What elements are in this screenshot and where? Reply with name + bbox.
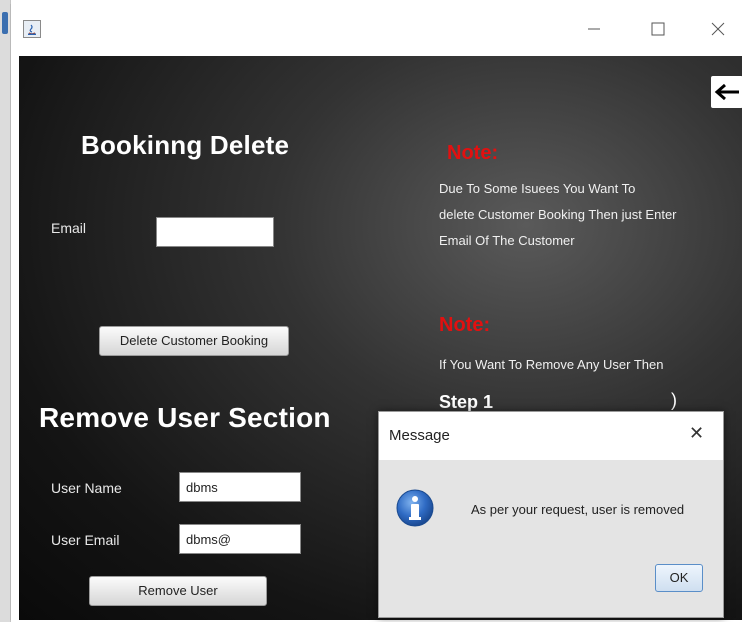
maximize-icon[interactable] bbox=[645, 18, 671, 40]
note1-line: Due To Some Isuees You Want To bbox=[439, 181, 636, 196]
dialog-close-icon[interactable]: ✕ bbox=[689, 423, 704, 444]
delete-customer-booking-button[interactable]: Delete Customer Booking bbox=[99, 326, 289, 356]
useremail-label: User Email bbox=[51, 532, 120, 548]
dialog-message: As per your request, user is removed bbox=[471, 502, 685, 517]
username-label: User Name bbox=[51, 480, 122, 496]
info-icon bbox=[395, 488, 435, 528]
note2-heading: Note: bbox=[439, 314, 491, 336]
note1-line: delete Customer Booking Then just Enter bbox=[439, 207, 677, 222]
booking-delete-title: Bookinng Delete bbox=[81, 130, 290, 160]
username-field[interactable] bbox=[179, 472, 301, 502]
note1-heading: Note: bbox=[447, 142, 499, 164]
remove-user-button[interactable]: Remove User bbox=[89, 576, 267, 606]
background-window-accent bbox=[2, 12, 8, 34]
dialog-body: As per your request, user is removed OK bbox=[379, 460, 723, 617]
title-bar bbox=[11, 4, 742, 56]
step-heading: Step 1 bbox=[439, 392, 494, 412]
dialog-title: Message bbox=[389, 427, 450, 444]
note1-text: Due To Some Isuees You Want To delete Cu… bbox=[439, 176, 677, 254]
minimize-icon[interactable] bbox=[581, 18, 607, 40]
note1-line: Email Of The Customer bbox=[439, 233, 575, 248]
dialog-title-bar: Message ✕ bbox=[379, 412, 723, 460]
email-label: Email bbox=[51, 220, 87, 236]
email-field[interactable] bbox=[156, 217, 274, 247]
message-dialog: Message ✕ As per your request, user is r… bbox=[378, 411, 724, 618]
remove-user-title: Remove User Section bbox=[39, 402, 331, 433]
ok-button[interactable]: OK bbox=[655, 564, 703, 592]
useremail-field[interactable] bbox=[179, 524, 301, 554]
back-arrow-icon[interactable] bbox=[711, 76, 742, 108]
close-icon[interactable] bbox=[705, 18, 731, 40]
stray-mark: ) bbox=[671, 390, 677, 410]
java-app-icon bbox=[23, 20, 41, 38]
note2-text: If You Want To Remove Any User Then bbox=[439, 357, 664, 372]
